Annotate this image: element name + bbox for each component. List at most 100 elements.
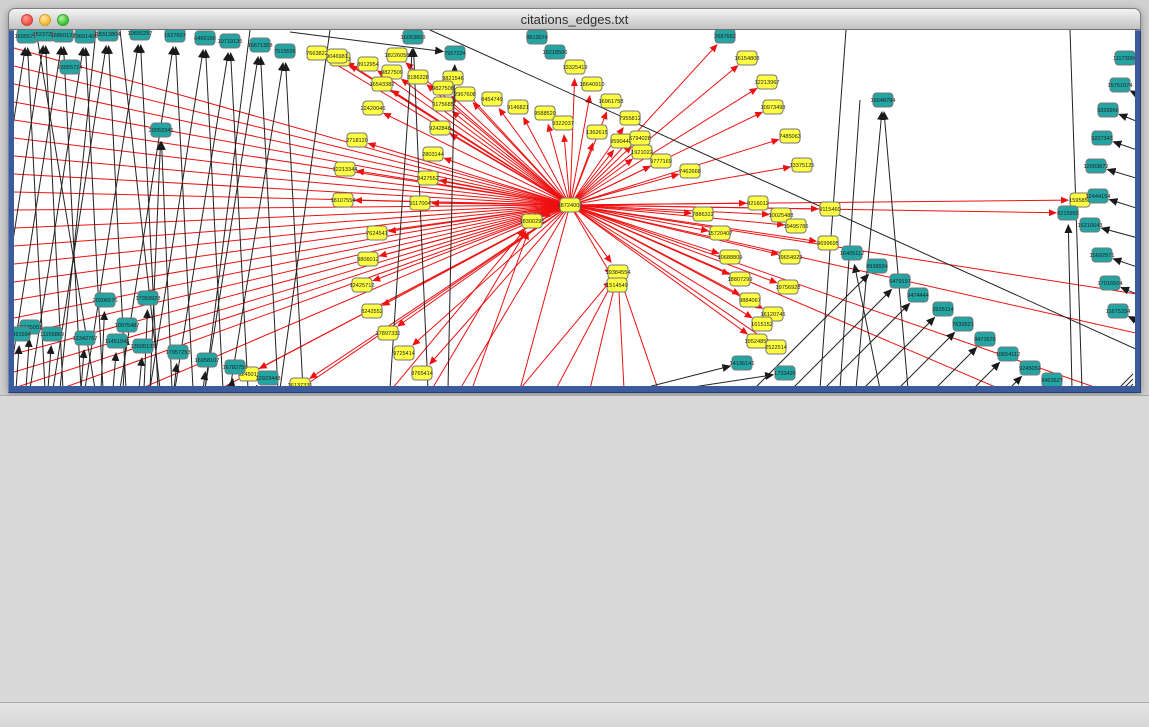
graph-edge bbox=[14, 205, 570, 264]
graph-node-label: 1362615 bbox=[586, 130, 608, 136]
graph-edge bbox=[1102, 228, 1135, 241]
graph-edge bbox=[14, 205, 570, 210]
graph-edge bbox=[622, 283, 658, 386]
graph-edge bbox=[231, 53, 248, 386]
graph-node-label: 7955812 bbox=[619, 116, 641, 122]
graph-node-label: 20206576 bbox=[93, 298, 118, 304]
graph-node-label: 12213967 bbox=[755, 80, 780, 86]
graph-edge bbox=[150, 50, 203, 386]
graph-node-label: 20053346 bbox=[149, 128, 174, 134]
table-panel: Table Panel ✕ bbox=[0, 395, 1149, 703]
graph-node-label: 12923448 bbox=[256, 376, 281, 382]
graph-node-label: 10975487 bbox=[115, 323, 140, 329]
graph-node-label: 16154808 bbox=[735, 56, 760, 62]
graph-edge bbox=[139, 358, 142, 386]
graph-node-label: 1527607 bbox=[164, 33, 186, 39]
graph-node-label: 9884067 bbox=[739, 298, 761, 304]
network-window-frame: 1872400786601238912954182260589827509165… bbox=[8, 30, 1141, 393]
graph-node-label: 16782759 bbox=[223, 365, 248, 371]
network-window: citations_edges.txt 18724007866012389129… bbox=[8, 8, 1141, 393]
graph-node-label: 7663822 bbox=[306, 51, 328, 57]
graph-edge bbox=[556, 283, 612, 386]
graph-node-label: 16543382 bbox=[370, 82, 395, 88]
graph-edge bbox=[863, 317, 935, 386]
graph-node-label: 2967608 bbox=[454, 92, 476, 98]
graph-node-label: 9474444 bbox=[907, 293, 929, 299]
graph-edge bbox=[619, 284, 624, 386]
graph-node-label: 11173004 bbox=[1113, 56, 1135, 62]
graph-node-label: 2803144 bbox=[422, 152, 444, 158]
graph-edge bbox=[570, 205, 777, 283]
graph-node-label: 19654923 bbox=[778, 255, 803, 261]
graph-node-label: 1921022 bbox=[631, 150, 653, 156]
graph-node-label: 9463627 bbox=[1041, 378, 1063, 384]
graph-node-label: 9725414 bbox=[393, 351, 415, 357]
status-bar: Memory: OK bbox=[0, 702, 1149, 727]
graph-node-label: 8242552 bbox=[361, 309, 383, 315]
network-window-titlebar[interactable]: citations_edges.txt bbox=[8, 8, 1141, 30]
graph-node-label: 8813074 bbox=[526, 35, 548, 41]
graph-node-label: 12342757 bbox=[73, 336, 98, 342]
graph-node-label: 16405112 bbox=[840, 251, 864, 257]
graph-node-label: 6794028 bbox=[629, 136, 651, 142]
graph-node-label: 10655257 bbox=[128, 31, 153, 37]
graph-edge bbox=[414, 49, 428, 386]
graph-node-label: 9777169 bbox=[650, 159, 672, 165]
graph-node-label: 15720407 bbox=[708, 231, 733, 237]
graph-edge bbox=[570, 200, 1068, 205]
graph-node-label: 17016504 bbox=[1098, 281, 1123, 287]
graph-node-label: 2522514 bbox=[765, 345, 787, 351]
graph-edge bbox=[26, 339, 29, 386]
network-canvas-holder: 1872400786601238912954182260589827509165… bbox=[14, 30, 1135, 386]
graph-edge bbox=[1113, 142, 1135, 154]
graph-edge bbox=[1113, 259, 1135, 271]
graph-node-label: 13505135 bbox=[131, 344, 156, 350]
graph-edge bbox=[14, 138, 570, 205]
graph-node-label: 20691406 bbox=[73, 34, 98, 40]
graph-node-label: 9245052 bbox=[1019, 366, 1041, 372]
graph-node-label: 23055724 bbox=[58, 65, 83, 71]
graph-edge bbox=[1119, 114, 1135, 126]
graph-node-label: 8215955 bbox=[1057, 211, 1079, 217]
graph-node-label: 2718120 bbox=[346, 138, 368, 144]
graph-node-label: 17359928 bbox=[136, 296, 161, 302]
graph-node-label: 10654112 bbox=[996, 352, 1020, 358]
graph-node-label: 9827509 bbox=[381, 70, 403, 76]
graph-node-label: 2935114 bbox=[932, 307, 953, 313]
graph-node-label: 7957224 bbox=[444, 51, 466, 57]
graph-node-label: 8938924 bbox=[866, 264, 888, 270]
graph-node-label: 9227343 bbox=[1091, 136, 1113, 142]
graph-node-label: 9046981 bbox=[326, 54, 348, 60]
graph-node-label: 7886322 bbox=[692, 212, 714, 218]
graph-node-label: 6479197 bbox=[889, 279, 911, 285]
graph-node-label: 12444154 bbox=[1086, 194, 1111, 200]
graph-edge bbox=[205, 57, 258, 386]
graph-edge bbox=[460, 205, 570, 386]
graph-node-label: 7624541 bbox=[366, 231, 388, 237]
window-title: citations_edges.txt bbox=[9, 12, 1140, 27]
graph-edge bbox=[570, 140, 779, 205]
graph-node-label: 17957253 bbox=[166, 350, 191, 356]
graph-node-label: 18724007 bbox=[558, 203, 583, 209]
graph-edge bbox=[1118, 374, 1133, 386]
graph-node-label: 9329966 bbox=[1097, 108, 1119, 114]
graph-edge bbox=[520, 281, 610, 386]
graph-node-label: 11451943 bbox=[105, 339, 129, 345]
graph-node-label: 8454749 bbox=[481, 97, 503, 103]
network-canvas[interactable]: 1872400786601238912954182260589827509165… bbox=[14, 30, 1135, 386]
graph-node-label: 9806012 bbox=[357, 257, 379, 263]
graph-node-label: 8186328 bbox=[407, 75, 429, 81]
application-root: citations_edges.txt 18724007866012389129… bbox=[0, 0, 1149, 727]
graph-node-label: 9146821 bbox=[507, 105, 529, 111]
graph-node-label: 19384554 bbox=[606, 270, 631, 276]
graph-edge bbox=[840, 100, 860, 386]
graph-node-label: 10973493 bbox=[761, 105, 786, 111]
graph-node-label: 7632621 bbox=[952, 322, 974, 328]
graph-edge bbox=[14, 205, 570, 246]
graph-node-label: 16053809 bbox=[401, 35, 426, 41]
graph-node-label: 8765414 bbox=[411, 371, 433, 377]
graph-edge bbox=[392, 230, 524, 386]
graph-edge bbox=[973, 362, 1000, 386]
graph-node-label: 12425712 bbox=[350, 283, 375, 289]
graph-edge bbox=[570, 205, 1000, 386]
